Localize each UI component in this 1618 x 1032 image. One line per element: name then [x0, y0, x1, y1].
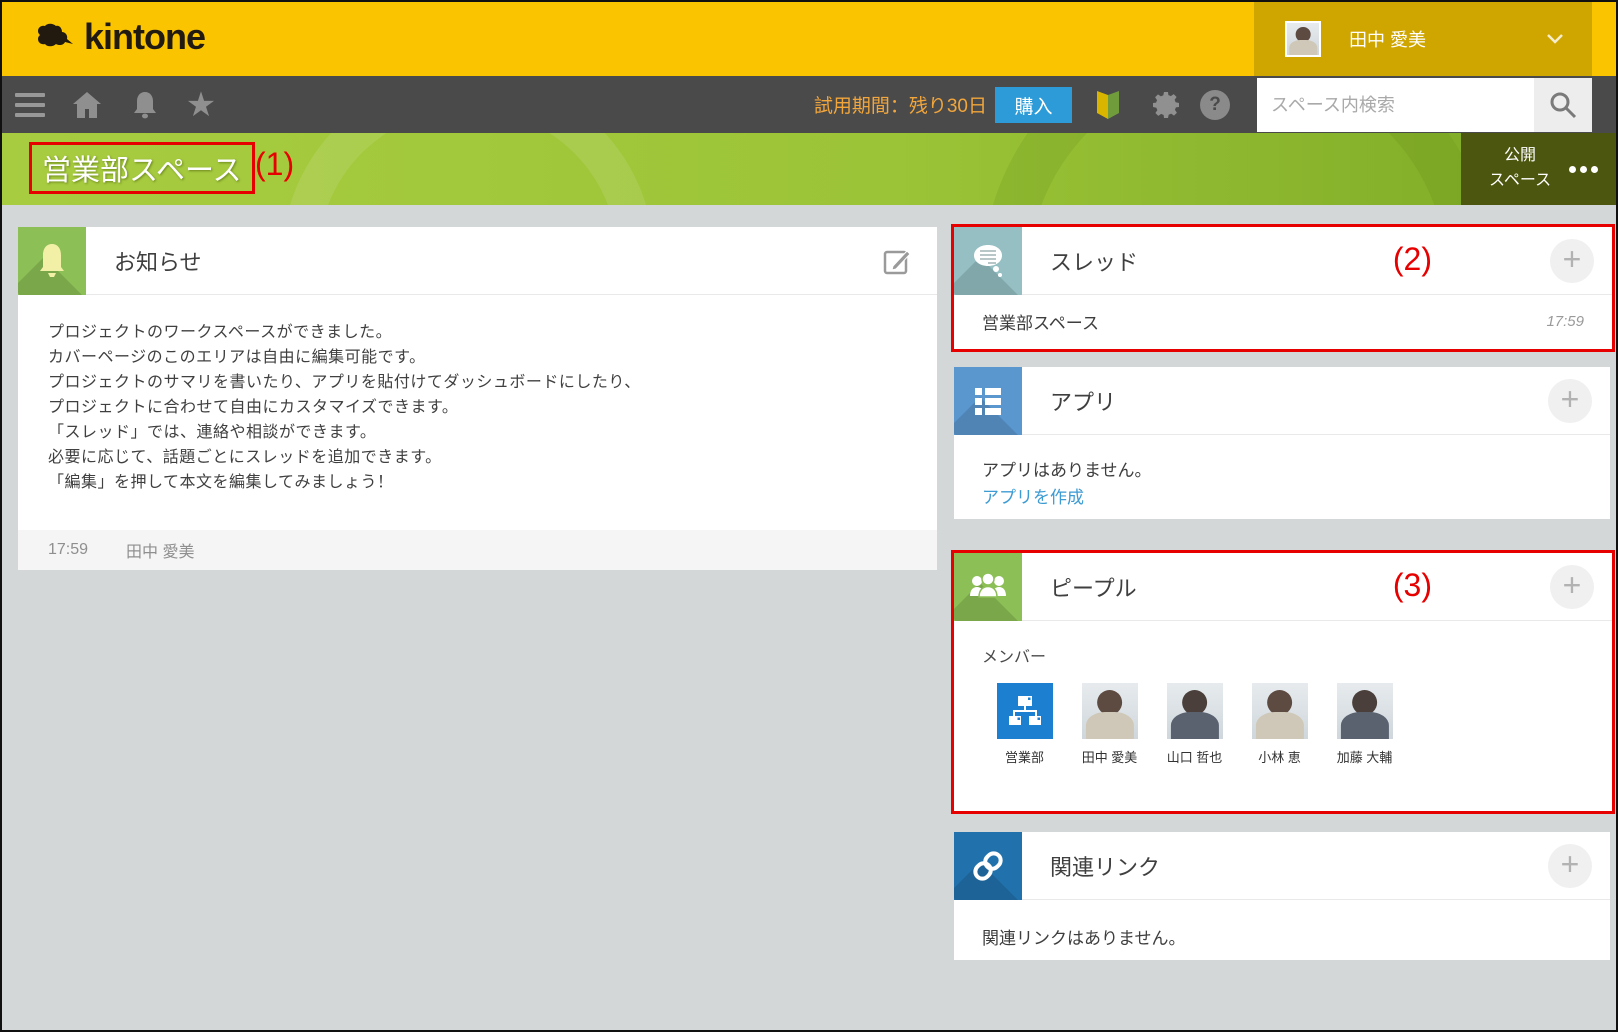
member-name: 小林 恵 — [1258, 747, 1301, 766]
thread-item-label[interactable]: 営業部スペース — [982, 309, 1099, 334]
chain-link-icon — [954, 832, 1022, 900]
announcement-line: 「スレッド」では、連絡や相談ができます。 — [48, 420, 907, 445]
user-avatar — [1285, 21, 1321, 57]
apps-title: アプリ — [1050, 367, 1116, 435]
announcement-time: 17:59 — [48, 541, 88, 559]
member-name: 営業部 — [1005, 747, 1044, 766]
settings-gear-icon[interactable] — [1144, 76, 1188, 133]
thread-title: スレッド — [1050, 227, 1138, 295]
annotation-2: (2) — [1393, 241, 1432, 278]
apps-header: アプリ + — [954, 367, 1610, 435]
announcement-title: お知らせ — [114, 227, 202, 295]
add-app-button[interactable]: + — [1548, 379, 1592, 423]
add-link-button[interactable]: + — [1548, 844, 1592, 888]
member-name: 田中 愛美 — [1082, 747, 1138, 766]
add-people-button[interactable]: + — [1550, 565, 1594, 609]
global-toolbar: ★ 試用期間：残り30日 購入 ? — [2, 76, 1616, 133]
edit-pencil-icon — [883, 247, 911, 275]
member-item[interactable]: 小林 恵 — [1237, 683, 1322, 766]
people-group-icon — [954, 553, 1022, 621]
user-name: 田中 愛美 — [1349, 26, 1426, 52]
search-input[interactable] — [1257, 78, 1534, 132]
add-thread-button[interactable]: + — [1550, 239, 1594, 283]
people-body: メンバー 営業部 田中 愛美 山口 哲也 小林 恵 加藤 大輔 — [954, 621, 1612, 766]
trial-period-text: 試用期間：残り30日 — [2, 76, 987, 133]
photo-male — [1167, 683, 1223, 739]
announcement-panel: お知らせ プロジェクトのワークスペースができました。カバーページのこのエリアは自… — [18, 227, 937, 570]
members-label: メンバー — [982, 643, 1584, 667]
user-menu[interactable]: 田中 愛美 — [1254, 2, 1592, 76]
members-row: 営業部 田中 愛美 山口 哲也 小林 恵 加藤 大輔 — [982, 683, 1584, 766]
space-title-highlight-box: 営業部スペース — [29, 142, 255, 194]
apps-list-icon — [954, 367, 1022, 435]
announcement-author[interactable]: 田中 愛美 — [126, 538, 194, 562]
apps-body: アプリはありません。 アプリを作成 — [954, 435, 1610, 511]
related-links-body: 関連リンクはありません。 — [954, 900, 1610, 949]
org-chart-icon — [997, 683, 1053, 739]
kintone-logo[interactable]: kintone — [36, 16, 205, 58]
space-options-icon[interactable] — [1569, 166, 1598, 173]
thread-panel: スレッド (2) + 営業部スペース 17:59 — [954, 227, 1612, 349]
annotation-3: (3) — [1393, 567, 1432, 604]
thread-item-time: 17:59 — [1546, 313, 1584, 330]
chevron-down-icon — [1546, 33, 1564, 45]
edit-announcement-button[interactable] — [883, 247, 911, 278]
buy-button[interactable]: 購入 — [995, 87, 1072, 123]
announcement-header: お知らせ — [18, 227, 937, 295]
member-name: 加藤 大輔 — [1337, 747, 1393, 766]
announcement-line: 必要に応じて、話題ごとにスレッドを追加できます。 — [48, 445, 907, 470]
logo-text: kintone — [84, 16, 205, 58]
announcement-body: プロジェクトのワークスペースができました。カバーページのこのエリアは自由に編集可… — [18, 295, 937, 495]
photo-male — [1337, 683, 1393, 739]
space-banner: 営業部スペース (1) 公開 スペース — [2, 133, 1616, 205]
announcement-line: 「編集」を押して本文を編集してみましょう！ — [48, 470, 907, 495]
kintone-space-page: kintone 田中 愛美 ★ 試用期間：残り30日 購入 ? — [0, 0, 1618, 1032]
announcement-line: プロジェクトに合わせて自由にカスタマイズできます。 — [48, 395, 907, 420]
announcement-line: カバーページのこのエリアは自由に編集可能です。 — [48, 345, 907, 370]
apps-panel: アプリ + アプリはありません。 アプリを作成 — [954, 367, 1610, 519]
thread-item[interactable]: 営業部スペース 17:59 — [954, 295, 1612, 347]
people-header: ピープル (3) + — [954, 553, 1612, 621]
help-icon[interactable]: ? — [1200, 90, 1230, 120]
thread-list: 営業部スペース 17:59 — [954, 295, 1612, 347]
member-item[interactable]: 営業部 — [982, 683, 1067, 766]
search-button[interactable] — [1534, 78, 1592, 132]
announcement-line: プロジェクトのワークスペースができました。 — [48, 320, 907, 345]
thread-bubble-icon — [954, 227, 1022, 295]
kintone-cloud-icon — [36, 22, 78, 52]
member-item[interactable]: 山口 哲也 — [1152, 683, 1237, 766]
announcement-footer: 17:59 田中 愛美 — [18, 530, 937, 570]
visibility-label: 公開 スペース — [1489, 144, 1551, 194]
beginner-guide-icon[interactable] — [1088, 76, 1128, 133]
announcement-bell-icon — [18, 227, 86, 295]
space-visibility-button[interactable]: 公開 スペース — [1461, 133, 1616, 205]
related-links-empty-text: 関連リンクはありません。 — [982, 924, 1582, 949]
create-app-link[interactable]: アプリを作成 — [982, 484, 1582, 511]
photo-female — [1082, 683, 1138, 739]
app-header: kintone 田中 愛美 — [2, 2, 1616, 76]
announcement-line: プロジェクトのサマリを書いたり、アプリを貼付けてダッシュボードにしたり、 — [48, 370, 907, 395]
member-name: 山口 哲也 — [1167, 747, 1223, 766]
related-links-title: 関連リンク — [1050, 832, 1160, 900]
photo-female — [1252, 683, 1308, 739]
people-title: ピープル — [1050, 553, 1137, 621]
related-links-panel: 関連リンク + 関連リンクはありません。 — [954, 832, 1610, 960]
space-title[interactable]: 営業部スペース — [42, 147, 242, 189]
member-item[interactable]: 加藤 大輔 — [1322, 683, 1407, 766]
member-item[interactable]: 田中 愛美 — [1067, 683, 1152, 766]
people-panel: ピープル (3) + メンバー 営業部 田中 愛美 山口 哲也 小林 恵 加藤 大輔 — [954, 553, 1612, 811]
related-links-header: 関連リンク + — [954, 832, 1610, 900]
annotation-1: (1) — [255, 146, 294, 183]
search-icon — [1548, 90, 1578, 120]
thread-header: スレッド (2) + — [954, 227, 1612, 295]
apps-empty-text: アプリはありません。 — [982, 457, 1582, 484]
